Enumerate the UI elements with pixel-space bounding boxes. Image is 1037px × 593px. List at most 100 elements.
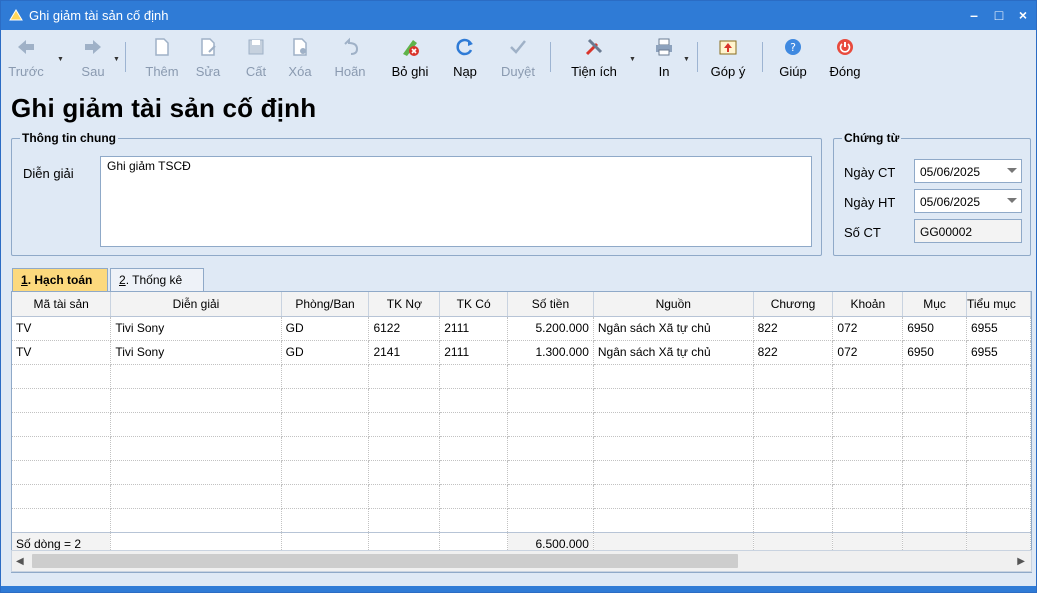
table-row[interactable]: [12, 460, 1031, 485]
table-cell[interactable]: [966, 508, 1031, 533]
column-header[interactable]: Tiểu mục: [966, 292, 1031, 317]
table-cell[interactable]: TV: [12, 316, 112, 341]
table-row[interactable]: TV Tivi Sony GD 2141 2111 1.300.000 Ngân sách …: [12, 340, 1031, 365]
table-cell[interactable]: 1.300.000: [507, 340, 594, 365]
column-header[interactable]: Mã tài sản: [12, 292, 112, 317]
table-cell[interactable]: [281, 364, 370, 389]
description-field[interactable]: Ghi giảm TSCĐ: [100, 156, 812, 247]
table-cell[interactable]: [832, 412, 904, 437]
table-cell[interactable]: [368, 508, 441, 533]
prev-dropdown-icon[interactable]: ▼: [57, 56, 64, 63]
table-cell[interactable]: [832, 508, 904, 533]
table-cell[interactable]: 2111: [439, 340, 509, 365]
reload-button[interactable]: Nạp: [445, 34, 485, 84]
postpone-button[interactable]: Hoãn: [329, 34, 371, 84]
table-cell[interactable]: [12, 436, 112, 461]
column-header[interactable]: Khoản: [832, 292, 904, 317]
table-cell[interactable]: [12, 412, 112, 437]
tab-accounting[interactable]: 1. Hạch toán: [12, 268, 108, 292]
table-cell[interactable]: [439, 436, 509, 461]
scroll-right-icon[interactable]: ▶: [1017, 556, 1025, 567]
table-cell[interactable]: [902, 484, 967, 509]
table-cell[interactable]: [507, 364, 594, 389]
table-cell[interactable]: [832, 436, 904, 461]
table-cell[interactable]: GD: [281, 316, 370, 341]
table-cell[interactable]: [507, 460, 594, 485]
table-cell[interactable]: 6950: [902, 340, 967, 365]
table-cell[interactable]: [753, 508, 834, 533]
table-cell[interactable]: [368, 460, 441, 485]
table-cell[interactable]: [110, 388, 282, 413]
print-button[interactable]: In: [647, 34, 681, 84]
utilities-button[interactable]: Tiện ích: [563, 34, 625, 84]
table-cell[interactable]: [902, 388, 967, 413]
table-row[interactable]: [12, 364, 1031, 389]
next-dropdown-icon[interactable]: ▼: [113, 56, 120, 63]
table-cell[interactable]: [281, 388, 370, 413]
table-cell[interactable]: [12, 508, 112, 533]
table-cell[interactable]: [753, 412, 834, 437]
table-cell[interactable]: [12, 460, 112, 485]
table-cell[interactable]: [110, 412, 282, 437]
table-cell[interactable]: [902, 508, 967, 533]
table-row[interactable]: TV Tivi Sony GD 6122 2111 5.200.000 Ngân sách …: [12, 316, 1031, 341]
table-cell[interactable]: [368, 364, 441, 389]
help-button[interactable]: ? Giúp: [773, 34, 813, 84]
chevron-down-icon[interactable]: [1007, 198, 1017, 203]
table-cell[interactable]: [12, 364, 112, 389]
table-cell[interactable]: [832, 484, 904, 509]
close-button[interactable]: ×: [1012, 5, 1034, 25]
chevron-down-icon[interactable]: [1007, 168, 1017, 173]
table-cell[interactable]: [966, 484, 1031, 509]
utilities-dropdown-icon[interactable]: ▼: [629, 56, 636, 63]
table-cell[interactable]: [753, 436, 834, 461]
table-cell[interactable]: [281, 436, 370, 461]
column-header[interactable]: Diễn giải: [110, 292, 282, 317]
table-cell[interactable]: [439, 412, 509, 437]
table-cell[interactable]: [593, 364, 754, 389]
save-button[interactable]: Cất: [239, 34, 273, 84]
table-cell[interactable]: [507, 508, 594, 533]
table-cell[interactable]: 2141: [368, 340, 441, 365]
table-cell[interactable]: [593, 436, 754, 461]
delete-button[interactable]: Xóa: [283, 34, 317, 84]
table-cell[interactable]: 6955: [966, 340, 1031, 365]
horizontal-scrollbar[interactable]: ◀ ▶: [11, 550, 1032, 572]
table-cell[interactable]: [281, 412, 370, 437]
add-button[interactable]: Thêm: [139, 34, 185, 84]
column-header[interactable]: Mục: [902, 292, 967, 317]
table-cell[interactable]: [12, 388, 112, 413]
table-cell[interactable]: [593, 484, 754, 509]
table-cell[interactable]: [507, 412, 594, 437]
table-cell[interactable]: GD: [281, 340, 370, 365]
column-header[interactable]: TK Nợ: [368, 292, 441, 317]
table-cell[interactable]: 822: [753, 340, 834, 365]
table-cell[interactable]: [439, 364, 509, 389]
close-form-button[interactable]: Đóng: [823, 34, 867, 84]
table-cell[interactable]: [368, 436, 441, 461]
table-cell[interactable]: [832, 460, 904, 485]
table-row[interactable]: [12, 412, 1031, 437]
table-cell[interactable]: Tivi Sony: [110, 316, 282, 341]
table-cell[interactable]: [281, 484, 370, 509]
table-cell[interactable]: [439, 388, 509, 413]
maximize-button[interactable]: □: [988, 5, 1010, 25]
table-cell[interactable]: [753, 484, 834, 509]
table-cell[interactable]: [593, 460, 754, 485]
table-cell[interactable]: 822: [753, 316, 834, 341]
table-cell[interactable]: [368, 484, 441, 509]
table-row[interactable]: [12, 388, 1031, 413]
next-button[interactable]: Sau: [75, 34, 111, 84]
table-cell[interactable]: [966, 364, 1031, 389]
table-cell[interactable]: [832, 364, 904, 389]
table-cell[interactable]: [593, 388, 754, 413]
table-cell[interactable]: [902, 412, 967, 437]
scrollbar-thumb[interactable]: [32, 554, 738, 568]
column-header[interactable]: TK Có: [439, 292, 509, 317]
table-cell[interactable]: 072: [832, 316, 904, 341]
date-ct-picker[interactable]: 05/06/2025: [914, 159, 1022, 183]
print-dropdown-icon[interactable]: ▼: [683, 56, 690, 63]
table-cell[interactable]: [439, 508, 509, 533]
table-cell[interactable]: Ngân sách Xã tự chủ: [593, 316, 754, 341]
table-cell[interactable]: [507, 436, 594, 461]
